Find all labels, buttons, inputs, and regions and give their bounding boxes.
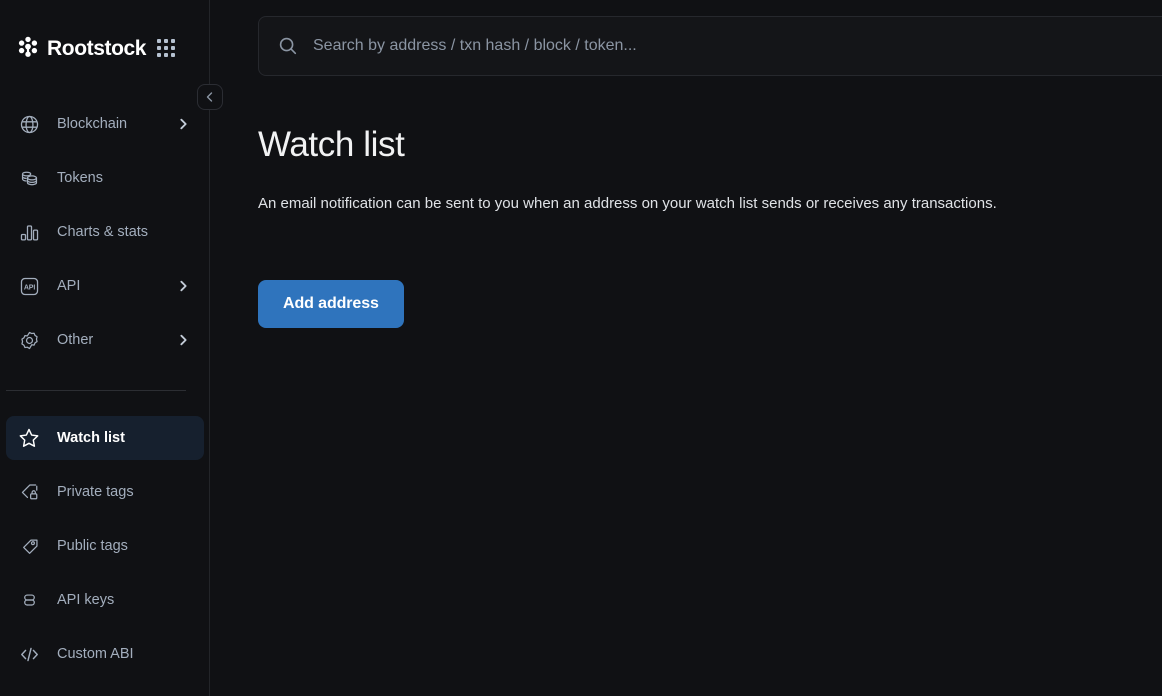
search-input[interactable] <box>313 31 1162 61</box>
svg-text:API: API <box>23 284 34 291</box>
sidebar-item-label: Public tags <box>57 539 128 554</box>
sidebar-primary-nav: Blockchain Tokens <box>0 102 210 372</box>
chevron-right-icon <box>177 118 190 131</box>
tag-icon <box>18 535 40 557</box>
sidebar-item-label: API keys <box>57 593 114 608</box>
api-box-icon: API <box>18 275 40 297</box>
add-address-button[interactable]: Add address <box>258 280 404 328</box>
apps-grid-icon[interactable] <box>157 39 179 57</box>
rootstock-clover-logo <box>16 36 40 60</box>
sidebar-item-other[interactable]: Other <box>6 318 204 362</box>
page-description: An email notification can be sent to you… <box>258 193 997 215</box>
sidebar-item-label: Other <box>57 333 93 348</box>
star-icon <box>18 427 40 449</box>
sidebar-item-label: Charts & stats <box>57 225 148 240</box>
sidebar-item-label: API <box>57 279 80 294</box>
sidebar-item-watch-list[interactable]: Watch list <box>6 416 204 460</box>
main-content: Watch list An email notification can be … <box>210 0 1162 696</box>
coins-icon <box>18 167 40 189</box>
sidebar-item-label: Custom ABI <box>57 647 134 662</box>
gear-icon <box>18 329 40 351</box>
bar-chart-icon <box>18 221 40 243</box>
globe-icon <box>18 113 40 135</box>
search-bar[interactable] <box>258 16 1162 76</box>
sidebar-item-charts-stats[interactable]: Charts & stats <box>6 210 204 254</box>
sidebar-divider <box>6 390 186 391</box>
sidebar-item-label: Blockchain <box>57 117 127 132</box>
tag-lock-icon <box>18 481 40 503</box>
page-title: Watch list <box>258 124 404 166</box>
sidebar-item-public-tags[interactable]: Public tags <box>6 524 204 568</box>
chevron-right-icon <box>177 334 190 347</box>
brand-name: Rootstock <box>47 38 146 59</box>
search-icon <box>278 36 298 56</box>
sidebar-item-blockchain[interactable]: Blockchain <box>6 102 204 146</box>
sidebar-item-api[interactable]: API API <box>6 264 204 308</box>
chevron-right-icon <box>177 280 190 293</box>
app-root: Rootstock Blockchain <box>0 0 1162 696</box>
sidebar-collapse-button[interactable] <box>197 84 223 110</box>
code-icon <box>18 643 40 665</box>
sidebar-item-private-tags[interactable]: Private tags <box>6 470 204 514</box>
sidebar: Rootstock Blockchain <box>0 0 210 696</box>
sidebar-item-label: Tokens <box>57 171 103 186</box>
sidebar-account-nav: Watch list Private tags <box>0 416 210 686</box>
sidebar-item-custom-abi[interactable]: Custom ABI <box>6 632 204 676</box>
sidebar-item-api-keys[interactable]: API keys <box>6 578 204 622</box>
chevron-left-icon <box>204 91 216 103</box>
api-keys-icon <box>18 589 40 611</box>
sidebar-item-label: Watch list <box>57 431 125 446</box>
sidebar-item-label: Private tags <box>57 485 134 500</box>
sidebar-item-tokens[interactable]: Tokens <box>6 156 204 200</box>
